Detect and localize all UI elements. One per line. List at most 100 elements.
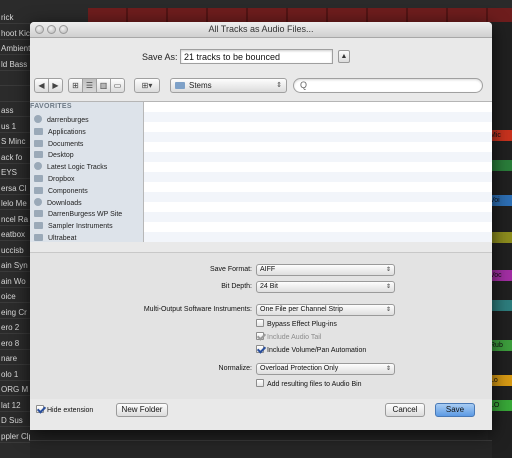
browser-toolbar: ◀ ▶ ⊞ ☰ ▥ ▭ ⊞▾ Stems ⇕ Q	[30, 78, 492, 94]
folder-icon	[34, 222, 43, 230]
forward-button[interactable]: ▶	[48, 78, 63, 93]
sidebar-item-label: darrenburges	[47, 117, 89, 124]
multi-output-popup[interactable]: One File per Channel Strip ⇕	[256, 304, 395, 316]
sidebar-item[interactable]: DarrenBurgess WP Site	[34, 209, 122, 220]
bit-depth-popup[interactable]: 24 Bit ⇕	[256, 281, 395, 293]
new-folder-button[interactable]: New Folder	[116, 403, 168, 417]
daw-track-name	[0, 90, 30, 102]
volume-pan-label: Include Volume/Pan Automation	[267, 347, 367, 354]
arrange-menu-button[interactable]: ⊞▾	[134, 78, 160, 93]
daw-track-name: EYS	[0, 167, 30, 179]
location-popup[interactable]: Stems ⇕	[170, 78, 287, 93]
sidebar-item[interactable]: Applications	[34, 127, 86, 138]
daw-track-name: ain Syn	[0, 260, 30, 272]
sidebar-item[interactable]: Desktop	[34, 150, 74, 161]
logic-window: rick hoot Kic Ambient ld Bass ass us 1 S Minc a…	[0, 0, 512, 458]
favorites-header: FAVORITES	[30, 103, 72, 110]
folder-icon	[34, 175, 43, 182]
daw-track-name: ppler Clp	[0, 431, 30, 443]
popup-arrows-icon: ⇕	[385, 366, 391, 372]
folder-icon	[34, 234, 43, 241]
save-format-label: Save Format:	[209, 266, 252, 273]
daw-track-name: ORG M	[0, 385, 30, 396]
checkbox-box	[256, 379, 264, 387]
coverflow-view-button[interactable]: ▭	[110, 78, 125, 93]
daw-track-name	[0, 74, 30, 86]
sidebar-item-label: Dropbox	[48, 176, 75, 183]
sidebar-item[interactable]: Latest Logic Tracks	[34, 162, 107, 173]
cancel-button[interactable]: Cancel	[385, 403, 425, 417]
daw-track-name: hoot Kic	[0, 28, 30, 40]
popup-arrows-icon: ⇕	[385, 284, 391, 290]
daw-track-name: S Minc	[0, 136, 30, 148]
save-format-value: AIFF	[260, 266, 276, 273]
column-view-button[interactable]: ▥	[96, 78, 111, 93]
list-view-button[interactable]: ☰	[82, 78, 97, 93]
add-to-audio-bin-checkbox[interactable]: Add resulting files to Audio Bin	[256, 379, 362, 390]
expand-disclosure-button[interactable]: ▲	[338, 50, 350, 63]
search-field[interactable]: Q	[293, 78, 483, 93]
bit-depth-value: 24 Bit	[260, 283, 278, 290]
file-browser: FAVORITES darrenburges Applications Docume…	[30, 101, 492, 242]
volume-pan-checkbox[interactable]: Include Volume/Pan Automation	[256, 345, 366, 356]
checkbox-box	[256, 332, 264, 340]
daw-track-name: oice	[0, 291, 30, 303]
sidebar-item[interactable]: Documents	[34, 139, 83, 150]
daw-track-name: D Sus	[0, 415, 30, 427]
audio-tail-label: Include Audio Tail	[267, 334, 322, 341]
daw-track-name: eatbox	[0, 229, 30, 241]
sidebar-item[interactable]: darrenburges	[34, 115, 89, 126]
folder-icon	[34, 186, 43, 194]
favorites-sidebar: FAVORITES darrenburges Applications Docume…	[30, 102, 144, 242]
multi-output-label: Multi-Output Software Instruments:	[143, 306, 252, 313]
hide-extension-checkbox[interactable]: Hide extension	[36, 405, 93, 416]
icon-view-button[interactable]: ⊞	[68, 78, 83, 93]
save-as-row: Save As: ▲	[30, 49, 492, 65]
sidebar-item-label: Components	[48, 187, 88, 195]
multi-output-value: One File per Channel Strip	[260, 306, 343, 313]
daw-track-name: ass	[0, 105, 30, 117]
daw-track-name: ero 2	[0, 322, 30, 334]
daw-track-name: lelo Me	[0, 198, 30, 210]
search-icon: Q	[300, 80, 308, 90]
save-format-popup[interactable]: AIFF ⇕	[256, 264, 395, 276]
desktop-icon	[34, 151, 43, 159]
back-button[interactable]: ◀	[34, 78, 49, 93]
daw-bottom-bar	[30, 440, 492, 458]
normalize-popup[interactable]: Overload Protection Only ⇕	[256, 363, 395, 375]
sidebar-item-label: Latest Logic Tracks	[47, 164, 108, 172]
bypass-plugins-checkbox[interactable]: Bypass Effect Plug-ins	[256, 319, 337, 330]
save-button[interactable]: Save	[435, 403, 475, 417]
daw-track-name: lat 12	[0, 400, 30, 412]
sidebar-item[interactable]: Components	[34, 186, 88, 197]
checkbox-box	[256, 345, 264, 353]
daw-track-name: ersa Cl	[0, 183, 30, 195]
sidebar-item[interactable]: Sampler Instruments	[34, 221, 113, 232]
file-list[interactable]	[144, 102, 492, 242]
home-icon	[34, 115, 42, 123]
audio-tail-checkbox[interactable]: Include Audio Tail	[256, 332, 321, 343]
popup-arrows-icon: ⇕	[385, 307, 391, 313]
sidebar-item-label: Desktop	[48, 152, 74, 160]
sidebar-item[interactable]: Downloads	[34, 197, 82, 209]
location-label: Stems	[189, 81, 212, 90]
save-as-input[interactable]	[180, 49, 333, 64]
sidebar-item-label: Downloads	[47, 199, 82, 207]
checkbox-box	[256, 319, 264, 327]
sidebar-item[interactable]: Dropbox	[34, 174, 74, 185]
sidebar-item-label: Sampler Instruments	[48, 223, 113, 231]
applications-icon	[34, 127, 43, 135]
daw-track-name: us 1	[0, 121, 30, 133]
sidebar-item-label: Ultrabeat	[48, 235, 77, 242]
dialog-button-bar: Hide extension New Folder Cancel Save	[30, 403, 492, 430]
sidebar-item[interactable]: Ultrabeat	[34, 233, 76, 242]
daw-track-name: ncel Ra	[0, 214, 30, 226]
bypass-plugins-label: Bypass Effect Plug-ins	[267, 321, 337, 328]
normalize-value: Overload Protection Only	[260, 365, 339, 372]
normalize-label: Normalize:	[218, 365, 252, 372]
bit-depth-label: Bit Depth:	[221, 283, 252, 290]
hide-extension-label: Hide extension	[47, 407, 94, 414]
add-to-audio-bin-label: Add resulting files to Audio Bin	[267, 381, 362, 388]
sidebar-item-label: DarrenBurgess WP Site	[48, 211, 123, 219]
daw-track-name: Ambient	[0, 44, 30, 55]
